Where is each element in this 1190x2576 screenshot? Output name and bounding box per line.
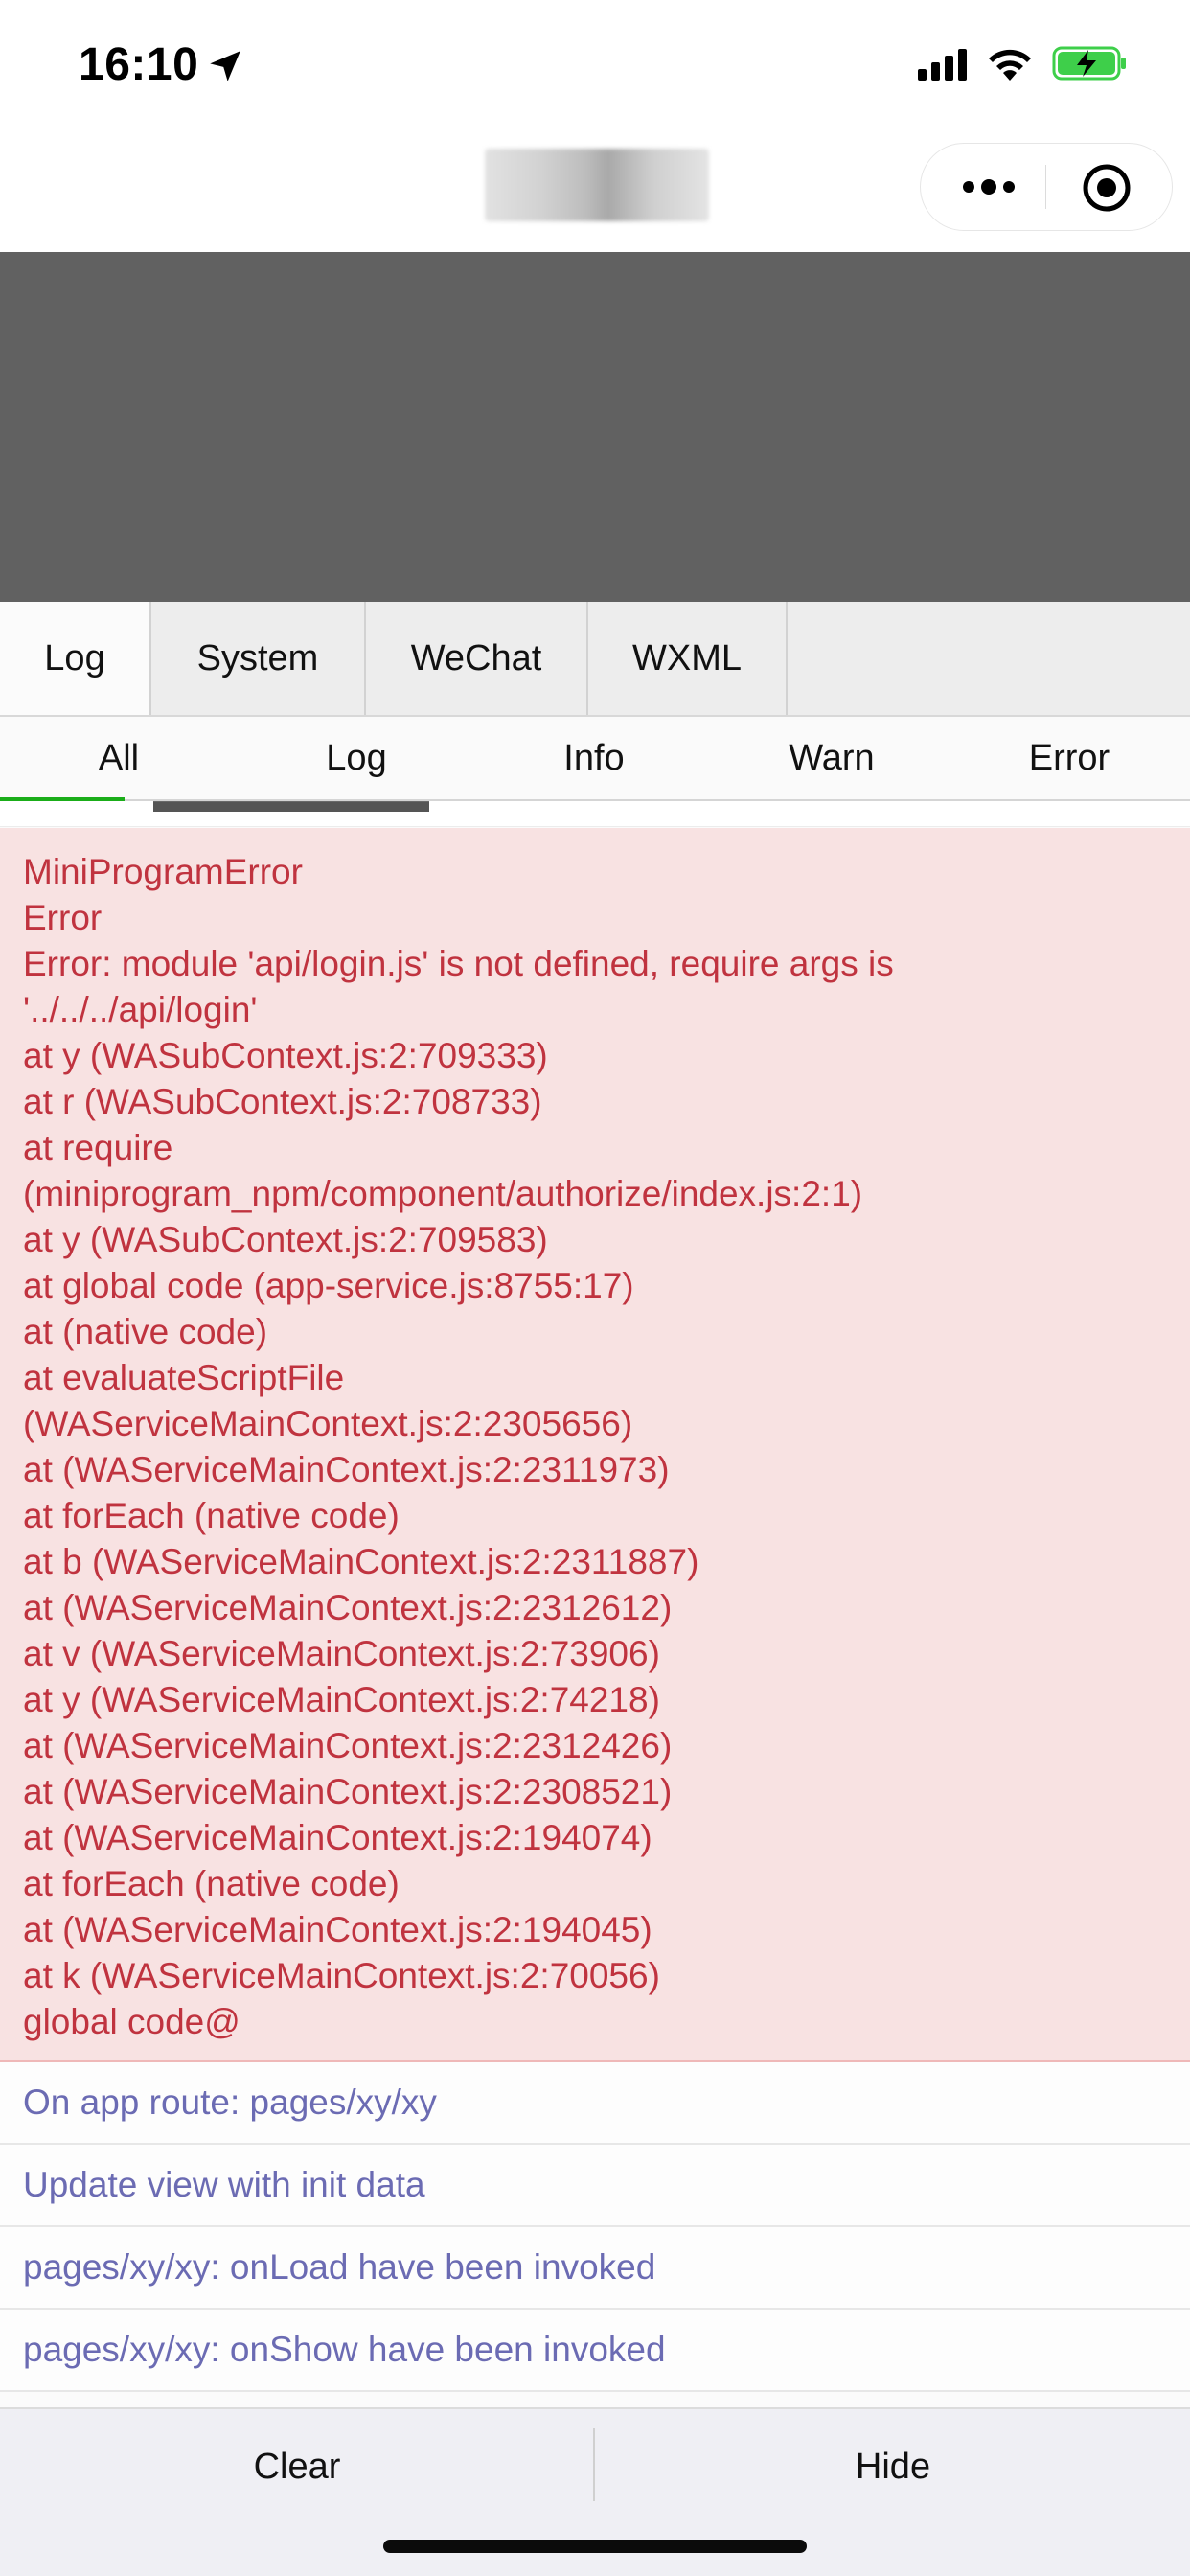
- error-line: at (WAServiceMainContext.js:2:194074): [23, 1818, 652, 1857]
- clipped-log-row: ▬▬▬▬▬▬▬▬: [0, 801, 1190, 827]
- log-row[interactable]: On app route: pages/xy/xy: [0, 2062, 1190, 2145]
- error-line: at (WAServiceMainContext.js:2:2312612): [23, 1588, 673, 1627]
- error-line: at (WAServiceMainContext.js:2:2311973): [23, 1450, 670, 1489]
- clear-button[interactable]: Clear: [0, 2409, 594, 2524]
- error-line: at r (WASubContext.js:2:708733): [23, 1082, 542, 1121]
- filter-all[interactable]: All: [0, 717, 238, 801]
- location-arrow-icon: [210, 51, 240, 81]
- log-filter-tabs: All Log Info Warn Error: [0, 717, 1190, 801]
- error-line: (miniprogram_npm/component/authorize/ind…: [23, 1174, 863, 1213]
- error-line: at y (WAServiceMainContext.js:2:74218): [23, 1680, 660, 1719]
- error-line: at (WAServiceMainContext.js:2:2308521): [23, 1772, 673, 1811]
- error-line: at b (WAServiceMainContext.js:2:2311887): [23, 1542, 699, 1581]
- status-time: 16:10: [79, 39, 199, 90]
- error-line: at y (WASubContext.js:2:709333): [23, 1036, 548, 1075]
- error-log-entry[interactable]: MiniProgramError Error Error: module 'ap…: [0, 828, 1190, 2062]
- cellular-signal-icon: [918, 49, 967, 80]
- log-row[interactable]: Update view with init data: [0, 2145, 1190, 2227]
- error-line: at v (WAServiceMainContext.js:2:73906): [23, 1634, 660, 1673]
- error-line: at k (WAServiceMainContext.js:2:70056): [23, 1956, 660, 1995]
- log-row[interactable]: pages/xy/xy: onShow have been invoked: [0, 2310, 1190, 2392]
- filter-error[interactable]: Error: [950, 717, 1188, 799]
- filter-warn[interactable]: Warn: [713, 717, 950, 799]
- nav-title-blurred: [485, 149, 709, 221]
- wifi-icon: [989, 49, 1031, 80]
- error-line: global code@: [23, 2002, 240, 2041]
- battery-charging-icon: [1052, 46, 1126, 80]
- error-line: at require: [23, 1128, 173, 1167]
- tab-wechat[interactable]: WeChat: [366, 602, 588, 715]
- error-line: MiniProgramError: [23, 852, 303, 891]
- filter-log[interactable]: Log: [238, 717, 475, 799]
- more-icon[interactable]: [959, 172, 1018, 201]
- filter-info[interactable]: Info: [475, 717, 713, 799]
- error-line: Error: module 'api/login.js' is not defi…: [23, 944, 894, 983]
- error-line: '../../../api/login': [23, 990, 258, 1029]
- tab-wxml[interactable]: WXML: [588, 602, 788, 715]
- hide-button[interactable]: Hide: [596, 2409, 1190, 2524]
- nav-bar: [0, 129, 1190, 252]
- error-line: at forEach (native code): [23, 1496, 400, 1535]
- error-line: at global code (app-service.js:8755:17): [23, 1266, 634, 1305]
- status-bar: 16:10: [0, 0, 1190, 129]
- error-line: at forEach (native code): [23, 1864, 400, 1903]
- clipped-log-text: ▬▬▬▬▬▬▬▬: [153, 801, 429, 820]
- vconsole-panel: Log System WeChat WXML All Log Info Warn…: [0, 602, 1190, 2576]
- page-overlay-mask[interactable]: [0, 252, 1190, 602]
- error-line: at evaluateScriptFile: [23, 1358, 345, 1397]
- home-indicator[interactable]: [383, 2540, 807, 2553]
- error-line: at (WAServiceMainContext.js:2:2312426): [23, 1726, 673, 1765]
- tab-system[interactable]: System: [151, 602, 366, 715]
- capsule-menu: [920, 143, 1173, 231]
- console-footer: Clear Hide: [0, 2407, 1190, 2576]
- error-line: at (WAServiceMainContext.js:2:194045): [23, 1910, 652, 1949]
- error-line: at (native code): [23, 1312, 268, 1351]
- error-line: Error: [23, 898, 103, 937]
- log-row[interactable]: pages/xy/xy: onLoad have been invoked: [0, 2227, 1190, 2310]
- error-line: at y (WASubContext.js:2:709583): [23, 1220, 548, 1259]
- capsule-divider: [1045, 165, 1046, 209]
- console-tabs: Log System WeChat WXML: [0, 602, 1190, 717]
- error-line: (WAServiceMainContext.js:2:2305656): [23, 1404, 633, 1443]
- tab-log[interactable]: Log: [0, 602, 151, 715]
- close-target-icon[interactable]: [1082, 163, 1132, 213]
- footer-divider: [593, 2428, 595, 2501]
